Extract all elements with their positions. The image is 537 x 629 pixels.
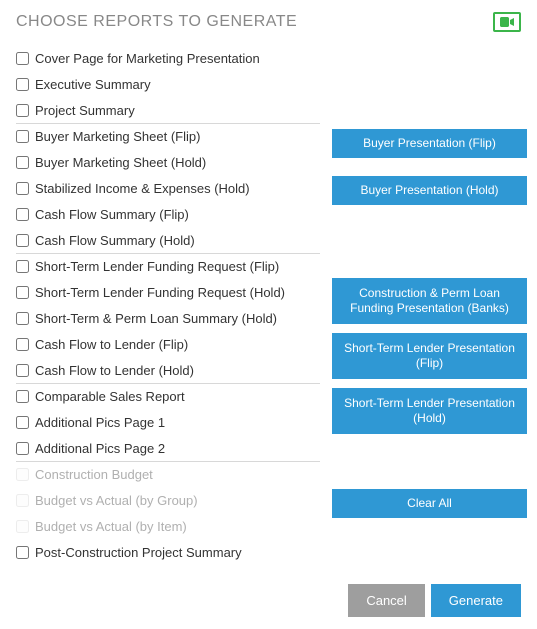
- report-checkbox: [16, 468, 29, 481]
- buyer-presentation-hold-button[interactable]: Buyer Presentation (Hold): [332, 176, 527, 205]
- spacer: [332, 158, 527, 176]
- report-checkbox[interactable]: [16, 416, 29, 429]
- report-checkbox[interactable]: [16, 546, 29, 559]
- report-row: Project Summary: [16, 98, 320, 124]
- report-label: Executive Summary: [35, 78, 151, 91]
- modal-body: Cover Page for Marketing Presentation Exe…: [0, 40, 537, 572]
- report-label: Short-Term Lender Funding Request (Flip): [35, 260, 279, 273]
- report-row: Additional Pics Page 1: [16, 410, 320, 436]
- report-row: Post-Construction Project Summary: [16, 540, 320, 566]
- report-label: Budget vs Actual (by Group): [35, 494, 198, 507]
- report-label: Post-Construction Project Summary: [35, 546, 242, 559]
- report-row: Comparable Sales Report: [16, 384, 320, 410]
- report-checkbox[interactable]: [16, 390, 29, 403]
- report-label: Cash Flow Summary (Hold): [35, 234, 195, 247]
- spacer: [332, 324, 527, 333]
- report-row: Buyer Marketing Sheet (Hold): [16, 150, 320, 176]
- short-term-lender-hold-button[interactable]: Short-Term Lender Presentation (Hold): [332, 388, 527, 434]
- short-term-lender-flip-button[interactable]: Short-Term Lender Presentation (Flip): [332, 333, 527, 379]
- report-checkbox[interactable]: [16, 130, 29, 143]
- report-row: Buyer Marketing Sheet (Flip): [16, 124, 320, 150]
- video-help-button[interactable]: [493, 12, 521, 32]
- report-checkbox: [16, 520, 29, 533]
- spacer: [332, 46, 527, 129]
- report-label: Buyer Marketing Sheet (Flip): [35, 130, 200, 143]
- cancel-button[interactable]: Cancel: [348, 584, 424, 617]
- report-checkbox[interactable]: [16, 104, 29, 117]
- report-label: Project Summary: [35, 104, 135, 117]
- report-list: Cover Page for Marketing Presentation Exe…: [16, 46, 320, 566]
- report-row: Short-Term Lender Funding Request (Hold): [16, 280, 320, 306]
- report-label: Cover Page for Marketing Presentation: [35, 52, 260, 65]
- clear-all-button[interactable]: Clear All: [332, 489, 527, 518]
- report-row: Budget vs Actual (by Item): [16, 514, 320, 540]
- generate-button[interactable]: Generate: [431, 584, 521, 617]
- report-checkbox[interactable]: [16, 442, 29, 455]
- buyer-presentation-flip-button[interactable]: Buyer Presentation (Flip): [332, 129, 527, 158]
- report-row: Cash Flow Summary (Flip): [16, 202, 320, 228]
- report-row: Short-Term & Perm Loan Summary (Hold): [16, 306, 320, 332]
- report-checkbox[interactable]: [16, 286, 29, 299]
- report-label: Budget vs Actual (by Item): [35, 520, 187, 533]
- report-label: Short-Term Lender Funding Request (Hold): [35, 286, 285, 299]
- report-label: Cash Flow to Lender (Hold): [35, 364, 194, 377]
- report-checkbox[interactable]: [16, 234, 29, 247]
- modal-title: CHOOSE REPORTS TO GENERATE: [16, 13, 297, 31]
- action-column: Buyer Presentation (Flip) Buyer Presenta…: [332, 46, 527, 566]
- report-row: Cash Flow to Lender (Flip): [16, 332, 320, 358]
- report-label: Cash Flow Summary (Flip): [35, 208, 189, 221]
- report-label: Stabilized Income & Expenses (Hold): [35, 182, 250, 195]
- modal-header: CHOOSE REPORTS TO GENERATE: [0, 0, 537, 40]
- camera-icon: [500, 17, 514, 27]
- construction-perm-loan-button[interactable]: Construction & Perm Loan Funding Present…: [332, 278, 527, 324]
- report-row: Budget vs Actual (by Group): [16, 488, 320, 514]
- report-row: Short-Term Lender Funding Request (Flip): [16, 254, 320, 280]
- report-row: Cash Flow to Lender (Hold): [16, 358, 320, 384]
- report-row: Cash Flow Summary (Hold): [16, 228, 320, 254]
- report-label: Additional Pics Page 1: [35, 416, 165, 429]
- report-row: Cover Page for Marketing Presentation: [16, 46, 320, 72]
- spacer: [332, 434, 527, 489]
- report-checkbox[interactable]: [16, 52, 29, 65]
- report-checkbox[interactable]: [16, 156, 29, 169]
- report-row: Stabilized Income & Expenses (Hold): [16, 176, 320, 202]
- report-checkbox[interactable]: [16, 338, 29, 351]
- report-row: Executive Summary: [16, 72, 320, 98]
- report-label: Comparable Sales Report: [35, 390, 185, 403]
- report-label: Additional Pics Page 2: [35, 442, 165, 455]
- report-checkbox[interactable]: [16, 78, 29, 91]
- report-row: Additional Pics Page 2: [16, 436, 320, 462]
- report-row: Construction Budget: [16, 462, 320, 488]
- report-checkbox[interactable]: [16, 208, 29, 221]
- report-label: Buyer Marketing Sheet (Hold): [35, 156, 206, 169]
- choose-reports-modal: CHOOSE REPORTS TO GENERATE Cover Page fo…: [0, 0, 537, 629]
- report-label: Short-Term & Perm Loan Summary (Hold): [35, 312, 277, 325]
- report-checkbox[interactable]: [16, 182, 29, 195]
- report-checkbox[interactable]: [16, 312, 29, 325]
- report-label: Cash Flow to Lender (Flip): [35, 338, 188, 351]
- report-label: Construction Budget: [35, 468, 153, 481]
- spacer: [332, 379, 527, 388]
- report-checkbox: [16, 494, 29, 507]
- modal-footer: Cancel Generate: [0, 572, 537, 629]
- spacer: [332, 205, 527, 278]
- report-checkbox[interactable]: [16, 364, 29, 377]
- report-checkbox[interactable]: [16, 260, 29, 273]
